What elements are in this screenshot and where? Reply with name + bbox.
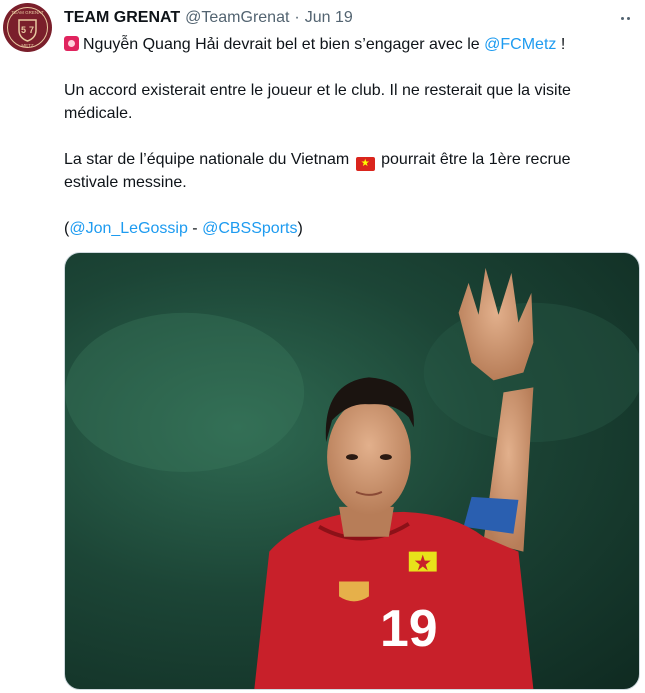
- tweet-header: TEAM GRENAT @TeamGrenat · Jun 19: [64, 7, 353, 29]
- player-photo: 19: [65, 267, 639, 689]
- author-handle[interactable]: @TeamGrenat: [185, 9, 289, 27]
- svg-text:7: 7: [29, 25, 34, 35]
- avatar-bottom-text: METZ: [21, 43, 33, 48]
- source-separator: -: [187, 220, 203, 237]
- tweet-date[interactable]: Jun 19: [305, 9, 353, 27]
- siren-icon: [64, 36, 79, 51]
- para3-part-a: La star de l’équipe nationale du Vietnam: [64, 151, 354, 168]
- line1-text: Nguyễn Quang Hải devrait bel et bien s’e…: [83, 36, 485, 53]
- mention-cbssports[interactable]: @CBSSports: [202, 220, 297, 237]
- tweet-paragraph-3: La star de l’équipe nationale du Vietnam…: [64, 148, 624, 194]
- mention-jon-legossip[interactable]: @Jon_LeGossip: [69, 220, 188, 237]
- mention-fcmetz[interactable]: @FCMetz: [484, 36, 556, 53]
- tweet-line-1: Nguyễn Quang Hải devrait bel et bien s’e…: [64, 33, 634, 56]
- more-icon[interactable]: [615, 8, 635, 28]
- tweet-paragraph-2: Un accord existerait entre le joueur et …: [64, 82, 571, 122]
- avatar-top-text: TEAM GRENAT: [11, 10, 43, 15]
- tweet-media-photo[interactable]: 19: [64, 252, 640, 690]
- line1-end: !: [556, 36, 566, 53]
- author-name[interactable]: TEAM GRENAT: [64, 9, 180, 27]
- tweet-source-line: (@Jon_LeGossip - @CBSSports): [64, 217, 634, 240]
- source-close-paren: ): [297, 220, 303, 237]
- jersey-number: 19: [380, 599, 438, 657]
- avatar[interactable]: 5 7 TEAM GRENAT METZ: [3, 3, 52, 52]
- svg-text:5: 5: [21, 25, 26, 35]
- separator-dot: ·: [294, 9, 300, 26]
- vietnam-flag-icon: ★: [355, 157, 375, 171]
- team-grenat-logo: 5 7 TEAM GRENAT METZ: [3, 3, 52, 52]
